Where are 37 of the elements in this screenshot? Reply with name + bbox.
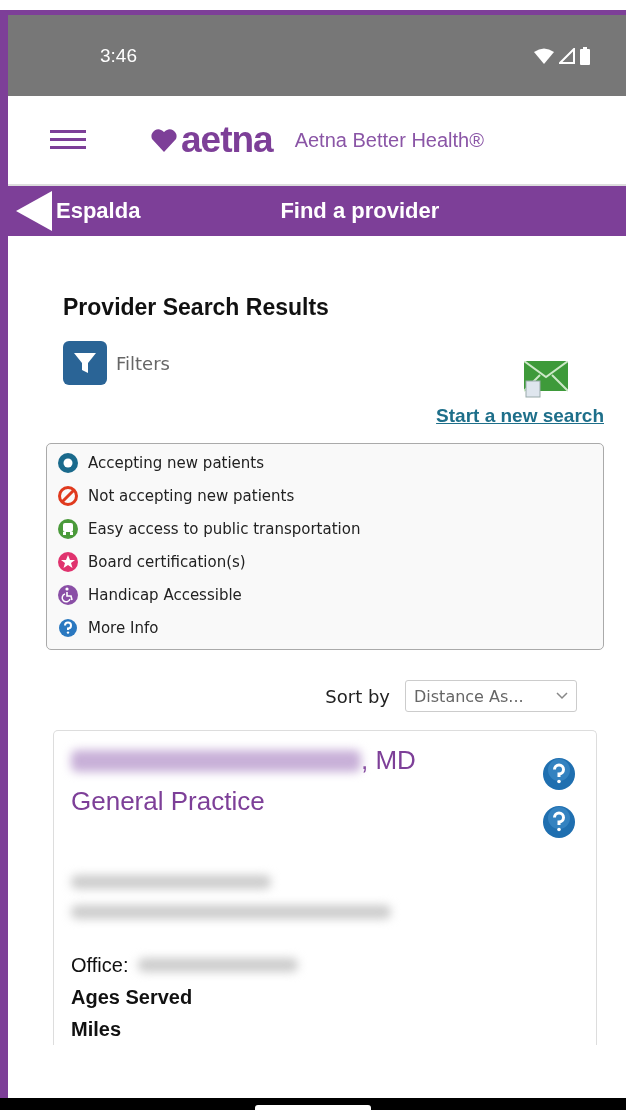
filter-icon	[63, 341, 107, 385]
office-label: Office:	[71, 953, 129, 977]
logo-text: aetna	[181, 119, 273, 161]
legend-label: Handicap Accessible	[88, 586, 242, 604]
battery-icon	[580, 46, 590, 65]
help-icon	[57, 617, 79, 639]
bus-icon	[57, 518, 79, 540]
signal-icon	[559, 47, 575, 64]
page-header-title: Find a provider	[280, 198, 440, 224]
open-circle-icon	[57, 452, 79, 474]
legend-label: Not accepting new patients	[88, 487, 295, 505]
filters-button[interactable]: Filters	[63, 341, 170, 385]
field-label: Miles	[71, 1016, 123, 1042]
back-button[interactable]: Espalda	[16, 191, 141, 231]
legend-label: Accepting new patients	[88, 454, 265, 472]
results-heading: Provider Search Results	[63, 294, 330, 321]
legend-label: Board certification(s)	[88, 553, 246, 571]
help-icon[interactable]	[542, 757, 576, 791]
sort-label: Sort by	[325, 685, 390, 707]
envelope-icon	[524, 361, 568, 401]
back-arrow-icon	[16, 191, 52, 231]
provider-credential: , MD	[361, 745, 416, 776]
heart-icon	[150, 128, 178, 152]
help-icon[interactable]	[542, 805, 576, 839]
brand-name: Aetna Better Health®	[294, 128, 484, 152]
prohibited-icon	[57, 485, 79, 507]
legend-label: Easy access to public transportation	[88, 520, 361, 538]
provider-specialty: General Practice	[71, 786, 266, 817]
chevron-down-icon	[556, 692, 568, 700]
new-search-link[interactable]: Start a new search	[436, 405, 604, 427]
menu-icon[interactable]	[50, 129, 86, 151]
status-time: 3:46	[100, 44, 137, 67]
legend-label: More Info	[88, 619, 159, 637]
sort-dropdown[interactable]: Distance As...	[405, 680, 577, 712]
wifi-icon	[534, 47, 554, 64]
field-label: Ages Served	[71, 984, 194, 1010]
wheelchair-icon	[57, 584, 79, 606]
